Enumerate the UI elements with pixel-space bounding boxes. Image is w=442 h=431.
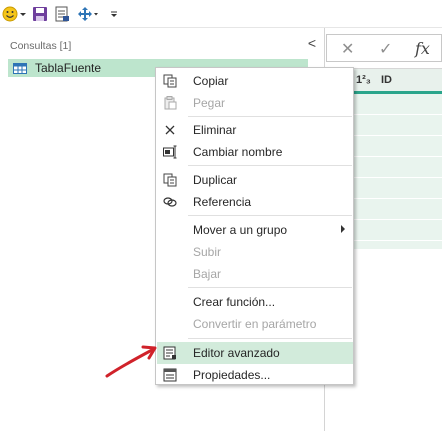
menu-item-label: Crear función...	[193, 295, 276, 309]
customize-icon[interactable]	[108, 5, 120, 23]
context-menu: Copiar Pegar Eliminar Cambiar nombre Dup…	[155, 67, 354, 385]
table-row	[353, 157, 442, 178]
menu-separator	[188, 165, 352, 166]
menu-item-label: Cambiar nombre	[193, 145, 283, 159]
move-icon[interactable]	[76, 5, 100, 23]
submenu-arrow-icon	[341, 225, 345, 233]
table-row	[353, 199, 442, 220]
queries-header: Consultas [1]	[10, 40, 72, 52]
menu-item-label: Propiedades...	[193, 368, 271, 382]
table-row	[353, 136, 442, 157]
cancel-formula-button[interactable]: ✕	[341, 39, 354, 59]
menu-separator	[188, 215, 352, 216]
menu-item-label: Editor avanzado	[193, 346, 280, 360]
menu-item-label: Eliminar	[193, 123, 237, 137]
menu-item-label: Copiar	[193, 74, 229, 88]
dropdown-icon[interactable]	[19, 5, 27, 23]
menu-item-cambiar-nombre[interactable]: Cambiar nombre	[157, 141, 353, 163]
properties-icon	[162, 367, 178, 383]
query-name: TablaFuente	[35, 61, 102, 75]
menu-item-mover-a-un-grupo[interactable]: Mover a un grupo	[157, 219, 353, 241]
menu-separator	[188, 116, 352, 117]
menu-separator	[188, 287, 352, 288]
table-row	[353, 115, 442, 136]
menu-item-crear-funcion[interactable]: Crear función...	[157, 291, 353, 313]
rename-icon	[162, 144, 178, 160]
confirm-formula-button[interactable]: ✓	[379, 39, 392, 59]
table-row	[353, 94, 442, 115]
table-row	[353, 178, 442, 199]
menu-item-copiar[interactable]: Copiar	[157, 70, 353, 92]
delete-icon	[162, 122, 178, 138]
menu-item-label: Pegar	[193, 96, 226, 110]
paste-icon	[162, 95, 178, 111]
column-name: ID	[381, 74, 392, 86]
menu-item-label: Referencia	[193, 195, 252, 209]
menu-item-label: Mover a un grupo	[193, 223, 288, 237]
menu-item-duplicar[interactable]: Duplicar	[157, 169, 353, 191]
menu-item-bajar[interactable]: Bajar	[157, 263, 353, 285]
menu-item-eliminar[interactable]: Eliminar	[157, 119, 353, 141]
menu-item-referencia[interactable]: Referencia	[157, 191, 353, 213]
menu-item-pegar[interactable]: Pegar	[157, 92, 353, 114]
menu-item-editor-avanzado[interactable]: Editor avanzado	[157, 342, 353, 364]
smiley-icon[interactable]	[2, 5, 18, 23]
grid-rows	[353, 94, 442, 249]
table-row	[353, 220, 442, 241]
annotation-arrow-icon	[105, 345, 157, 378]
column-type-icon[interactable]: 1²₃	[356, 74, 371, 86]
menu-separator	[188, 338, 352, 339]
collapse-pane-button[interactable]: <	[304, 34, 320, 52]
advanced-editor-icon	[162, 345, 178, 361]
menu-item-subir[interactable]: Subir	[157, 241, 353, 263]
menu-item-convertir-en-parametro[interactable]: Convertir en parámetro	[157, 313, 353, 335]
menu-item-label: Subir	[193, 245, 222, 259]
menu-item-propiedades[interactable]: Propiedades...	[157, 364, 353, 386]
reference-icon	[162, 194, 178, 210]
duplicate-icon	[162, 172, 178, 188]
quick-access-toolbar	[0, 0, 442, 28]
table-icon	[13, 62, 27, 74]
copy-icon	[162, 73, 178, 89]
save-icon[interactable]	[31, 5, 49, 23]
report-icon[interactable]	[53, 5, 71, 23]
formula-bar: ✕ ✓ fx	[326, 34, 442, 62]
menu-item-label: Bajar	[193, 267, 222, 281]
fx-icon[interactable]: fx	[415, 39, 430, 58]
menu-item-label: Convertir en parámetro	[193, 317, 317, 331]
menu-item-label: Duplicar	[193, 173, 238, 187]
